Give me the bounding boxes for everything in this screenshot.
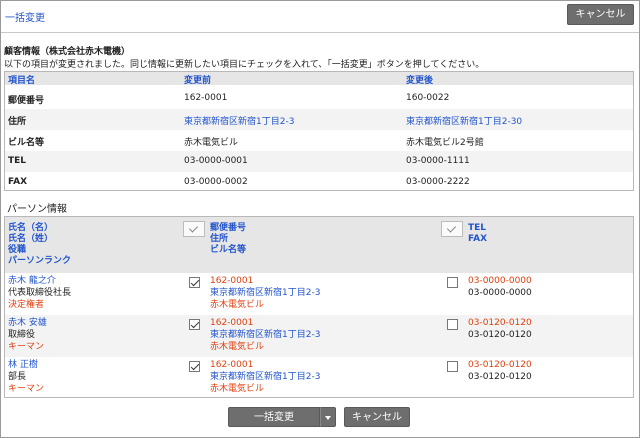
table-row: TEL 03-0000-0001 03-0000-1111 (5, 151, 633, 172)
field-name: 住所 (8, 117, 27, 127)
value-before-link[interactable]: 東京都新宿区新宿1丁目2-3 (184, 114, 294, 127)
person-position: 代表取締役社長 (8, 288, 72, 298)
table-header: 氏名（名） 氏名（姓） 役職 パーソンランク 郵便番号 住所 ビル名等 TEL … (5, 217, 633, 273)
person-name-link[interactable]: 赤木 龍之介 (8, 276, 56, 287)
column-header-tel: TEL (468, 223, 487, 233)
value-after: 赤木電気ビル2号館 (406, 138, 484, 148)
column-header-field: 項目名 (8, 76, 36, 86)
field-name: 郵便番号 (8, 96, 45, 106)
dialog-title-link[interactable]: 一括変更 (5, 9, 45, 24)
column-header-after: 変更後 (406, 76, 434, 86)
person-tel: 03-0000-0000 (468, 276, 532, 286)
value-after: 160-0022 (406, 93, 450, 103)
person-position: 部長 (8, 372, 27, 382)
person-section-heading: パーソン情報 (7, 204, 67, 215)
value-after-link[interactable]: 東京都新宿区新宿1丁目2-30 (406, 114, 522, 127)
field-name: FAX (8, 177, 28, 187)
address-update-checkbox[interactable] (189, 361, 200, 372)
value-before: 03-0000-0002 (184, 177, 248, 187)
select-all-address-checkbox[interactable] (183, 221, 205, 237)
column-header-zip: 郵便番号 (210, 223, 247, 233)
person-tel: 03-0120-0120 (468, 360, 532, 370)
column-header-rank: パーソンランク (8, 256, 72, 266)
table-row: ビル名等 赤木電気ビル 赤木電気ビル2号館 (5, 130, 633, 151)
field-name: ビル名等 (8, 138, 45, 148)
person-zip: 162-0001 (210, 276, 254, 286)
person-name-link[interactable]: 林 正樹 (8, 360, 38, 371)
field-name: TEL (8, 156, 27, 166)
person-position: 取締役 (8, 330, 36, 340)
table-row: 郵便番号 162-0001 160-0022 (5, 88, 633, 109)
column-header-position: 役職 (8, 245, 27, 255)
select-all-phone-checkbox[interactable] (441, 221, 463, 237)
phone-update-checkbox[interactable] (447, 277, 458, 288)
person-fax: 03-0000-0000 (468, 288, 532, 298)
phone-update-checkbox[interactable] (447, 361, 458, 372)
customer-instruction: 以下の項目が変更されました。同じ情報に更新したい項目にチェックを入れて、「一括変… (4, 60, 485, 70)
person-zip: 162-0001 (210, 318, 254, 328)
bulk-update-button[interactable]: 一括変更 (228, 407, 320, 427)
table-row: 住所 東京都新宿区新宿1丁目2-3 東京都新宿区新宿1丁目2-30 (5, 109, 633, 130)
header-divider (1, 32, 639, 33)
person-building: 赤木電気ビル (210, 300, 265, 310)
phone-update-checkbox[interactable] (447, 319, 458, 330)
person-address-link[interactable]: 東京都新宿区新宿1丁目2-3 (210, 372, 320, 383)
person-tel: 03-0120-0120 (468, 318, 532, 328)
header-cancel-button[interactable]: キャンセル (567, 4, 634, 25)
customer-heading: 顧客情報（株式会社赤木電機） (4, 47, 131, 57)
person-name-link[interactable]: 赤木 安雄 (8, 318, 47, 329)
person-rank: 決定権者 (8, 300, 45, 310)
person-rank: キーマン (8, 384, 45, 394)
column-header-first-name: 氏名（名） (8, 223, 54, 233)
value-after: 03-0000-1111 (406, 156, 470, 166)
customer-changes-table: 項目名 変更前 変更後 郵便番号 162-0001 160-0022 住所 東京… (4, 71, 634, 191)
person-table: 氏名（名） 氏名（姓） 役職 パーソンランク 郵便番号 住所 ビル名等 TEL … (4, 216, 634, 398)
value-before: 赤木電気ビル (184, 138, 239, 148)
footer-cancel-button[interactable]: キャンセル (344, 407, 410, 427)
person-rank: キーマン (8, 342, 45, 352)
person-building: 赤木電気ビル (210, 342, 265, 352)
person-building: 赤木電気ビル (210, 384, 265, 394)
column-header-fax: FAX (468, 234, 488, 244)
value-before: 162-0001 (184, 93, 228, 103)
table-row: 赤木 安雄 取締役 キーマン 162-0001 東京都新宿区新宿1丁目2-3 赤… (5, 315, 633, 357)
column-header-address: 住所 (210, 234, 229, 244)
table-row: FAX 03-0000-0002 03-0000-2222 (5, 172, 633, 193)
column-header-last-name: 氏名（姓） (8, 234, 54, 244)
person-zip: 162-0001 (210, 360, 254, 370)
dialog-header: 一括変更 (1, 1, 639, 31)
person-address-link[interactable]: 東京都新宿区新宿1丁目2-3 (210, 288, 320, 299)
column-header-building: ビル名等 (210, 245, 247, 255)
table-header: 項目名 変更前 変更後 (5, 72, 633, 86)
address-update-checkbox[interactable] (189, 319, 200, 330)
column-header-before: 変更前 (184, 76, 212, 86)
value-before: 03-0000-0001 (184, 156, 248, 166)
table-row: 林 正樹 部長 キーマン 162-0001 東京都新宿区新宿1丁目2-3 赤木電… (5, 357, 633, 399)
person-address-link[interactable]: 東京都新宿区新宿1丁目2-3 (210, 330, 320, 341)
table-row: 赤木 龍之介 代表取締役社長 決定権者 162-0001 東京都新宿区新宿1丁目… (5, 273, 633, 315)
person-fax: 03-0120-0120 (468, 372, 532, 382)
bulk-update-dropdown-toggle[interactable] (320, 407, 336, 427)
address-update-checkbox[interactable] (189, 277, 200, 288)
person-fax: 03-0120-0120 (468, 330, 532, 340)
value-after: 03-0000-2222 (406, 177, 470, 187)
